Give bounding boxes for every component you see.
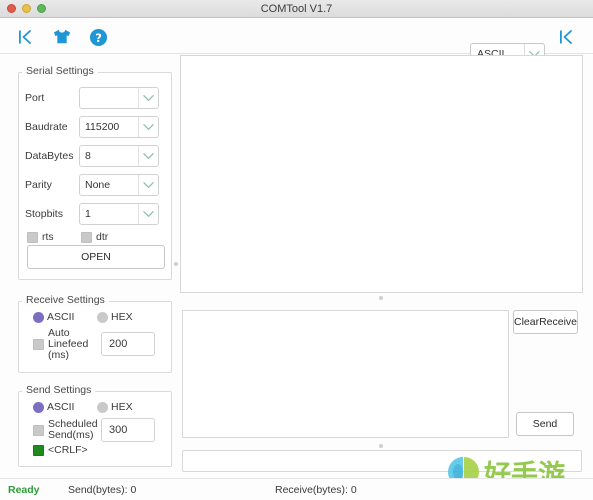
scheduled-send-label: Scheduled Send(ms) (48, 419, 98, 441)
receive-settings-title: Receive Settings (22, 294, 109, 306)
scheduled-send-checkbox[interactable]: Scheduled Send(ms) (33, 419, 106, 441)
radio-dot (97, 401, 108, 413)
open-port-button[interactable]: OPEN (27, 245, 165, 269)
auto-linefeed-checkbox[interactable]: Auto Linefeed (ms) (33, 328, 106, 361)
stopbits-row: Stopbits 1 (25, 203, 167, 225)
crlf-checkbox[interactable]: <CRLF> (33, 444, 88, 456)
checkbox-box (33, 444, 44, 456)
vertical-splitter-handle[interactable] (174, 262, 178, 266)
chevron-bar-left-right-icon[interactable] (555, 25, 579, 49)
horizontal-splitter-handle-top[interactable] (379, 296, 383, 300)
radio-dot (33, 401, 44, 413)
send-hex-label: HEX (111, 401, 133, 413)
parity-value: None (85, 179, 111, 191)
status-send-bytes: Send(bytes): 0 (68, 484, 137, 496)
checkbox-box (33, 424, 44, 436)
receive-format-ascii-radio[interactable]: ASCII (33, 311, 74, 323)
radio-dot (97, 311, 108, 323)
receive-format-hex-radio[interactable]: HEX (97, 311, 133, 323)
baudrate-row: Baudrate 115200 (25, 116, 167, 138)
chevron-down-icon (138, 175, 158, 195)
port-select[interactable] (79, 87, 159, 109)
clear-receive-button[interactable]: ClearReceive (513, 310, 578, 334)
databytes-select[interactable]: 8 (79, 145, 159, 167)
crlf-label: <CRLF> (48, 444, 88, 456)
status-receive-bytes: Receive(bytes): 0 (275, 484, 357, 496)
send-settings-group: ASCII HEX Scheduled Send(ms) 300 <CRLF> (18, 391, 172, 467)
parity-row: Parity None (25, 174, 167, 196)
send-button[interactable]: Send (516, 412, 574, 436)
stopbits-value: 1 (85, 208, 91, 220)
stopbits-label: Stopbits (25, 208, 63, 220)
comtool-window: COMTool V1.7 ? ASCII Serial Settings Por… (0, 0, 593, 500)
rts-label: rts (42, 231, 54, 243)
checkbox-box (33, 339, 44, 350)
send-textarea[interactable] (182, 310, 509, 438)
tshirt-icon[interactable] (50, 25, 74, 49)
checkbox-box (27, 231, 38, 243)
serial-settings-group: Port Baudrate 115200 DataBytes 8 Parity … (18, 72, 172, 280)
question-circle-icon[interactable]: ? (86, 25, 110, 49)
parity-label: Parity (25, 179, 52, 191)
databytes-value: 8 (85, 150, 91, 162)
window-title: COMTool V1.7 (260, 2, 333, 15)
databytes-row: DataBytes 8 (25, 145, 167, 167)
toolbar: ? ASCII (0, 18, 593, 65)
auto-linefeed-input[interactable]: 200 (101, 332, 155, 356)
svg-text:?: ? (95, 30, 102, 44)
send-format-ascii-radio[interactable]: ASCII (33, 401, 74, 413)
dtr-checkbox[interactable]: dtr (81, 231, 108, 243)
send-ascii-label: ASCII (47, 401, 75, 413)
port-label: Port (25, 92, 45, 104)
receive-settings-group: ASCII HEX Auto Linefeed (ms) 200 (18, 301, 172, 373)
chevron-down-icon (138, 146, 158, 166)
chevron-bar-left-icon[interactable] (14, 25, 38, 49)
checkbox-box (81, 231, 92, 243)
command-input[interactable] (182, 450, 582, 472)
port-row: Port (25, 87, 167, 109)
parity-select[interactable]: None (79, 174, 159, 196)
rts-checkbox[interactable]: rts (27, 231, 54, 243)
stopbits-select[interactable]: 1 (79, 203, 159, 225)
receive-ascii-label: ASCII (47, 311, 75, 323)
baudrate-label: Baudrate (25, 121, 68, 133)
status-bar: Ready Send(bytes): 0 Receive(bytes): 0 (0, 478, 593, 500)
receive-hex-label: HEX (111, 311, 133, 323)
chevron-down-icon (138, 204, 158, 224)
databytes-label: DataBytes (25, 150, 74, 162)
chevron-down-icon (138, 117, 158, 137)
status-state: Ready (8, 484, 40, 496)
chevron-down-icon (138, 88, 158, 108)
send-settings-title: Send Settings (22, 384, 96, 396)
baudrate-value: 115200 (85, 121, 120, 133)
serial-settings-title: Serial Settings (22, 65, 98, 77)
dtr-label: dtr (96, 231, 109, 243)
baudrate-select[interactable]: 115200 (79, 116, 159, 138)
radio-dot (33, 311, 44, 323)
auto-linefeed-label: Auto Linefeed (ms) (48, 328, 89, 361)
scheduled-send-input[interactable]: 300 (101, 418, 155, 442)
send-format-hex-radio[interactable]: HEX (97, 401, 133, 413)
title-bar: COMTool V1.7 (0, 0, 593, 18)
receive-textarea[interactable] (180, 55, 583, 293)
horizontal-splitter-handle-bottom[interactable] (379, 444, 383, 448)
